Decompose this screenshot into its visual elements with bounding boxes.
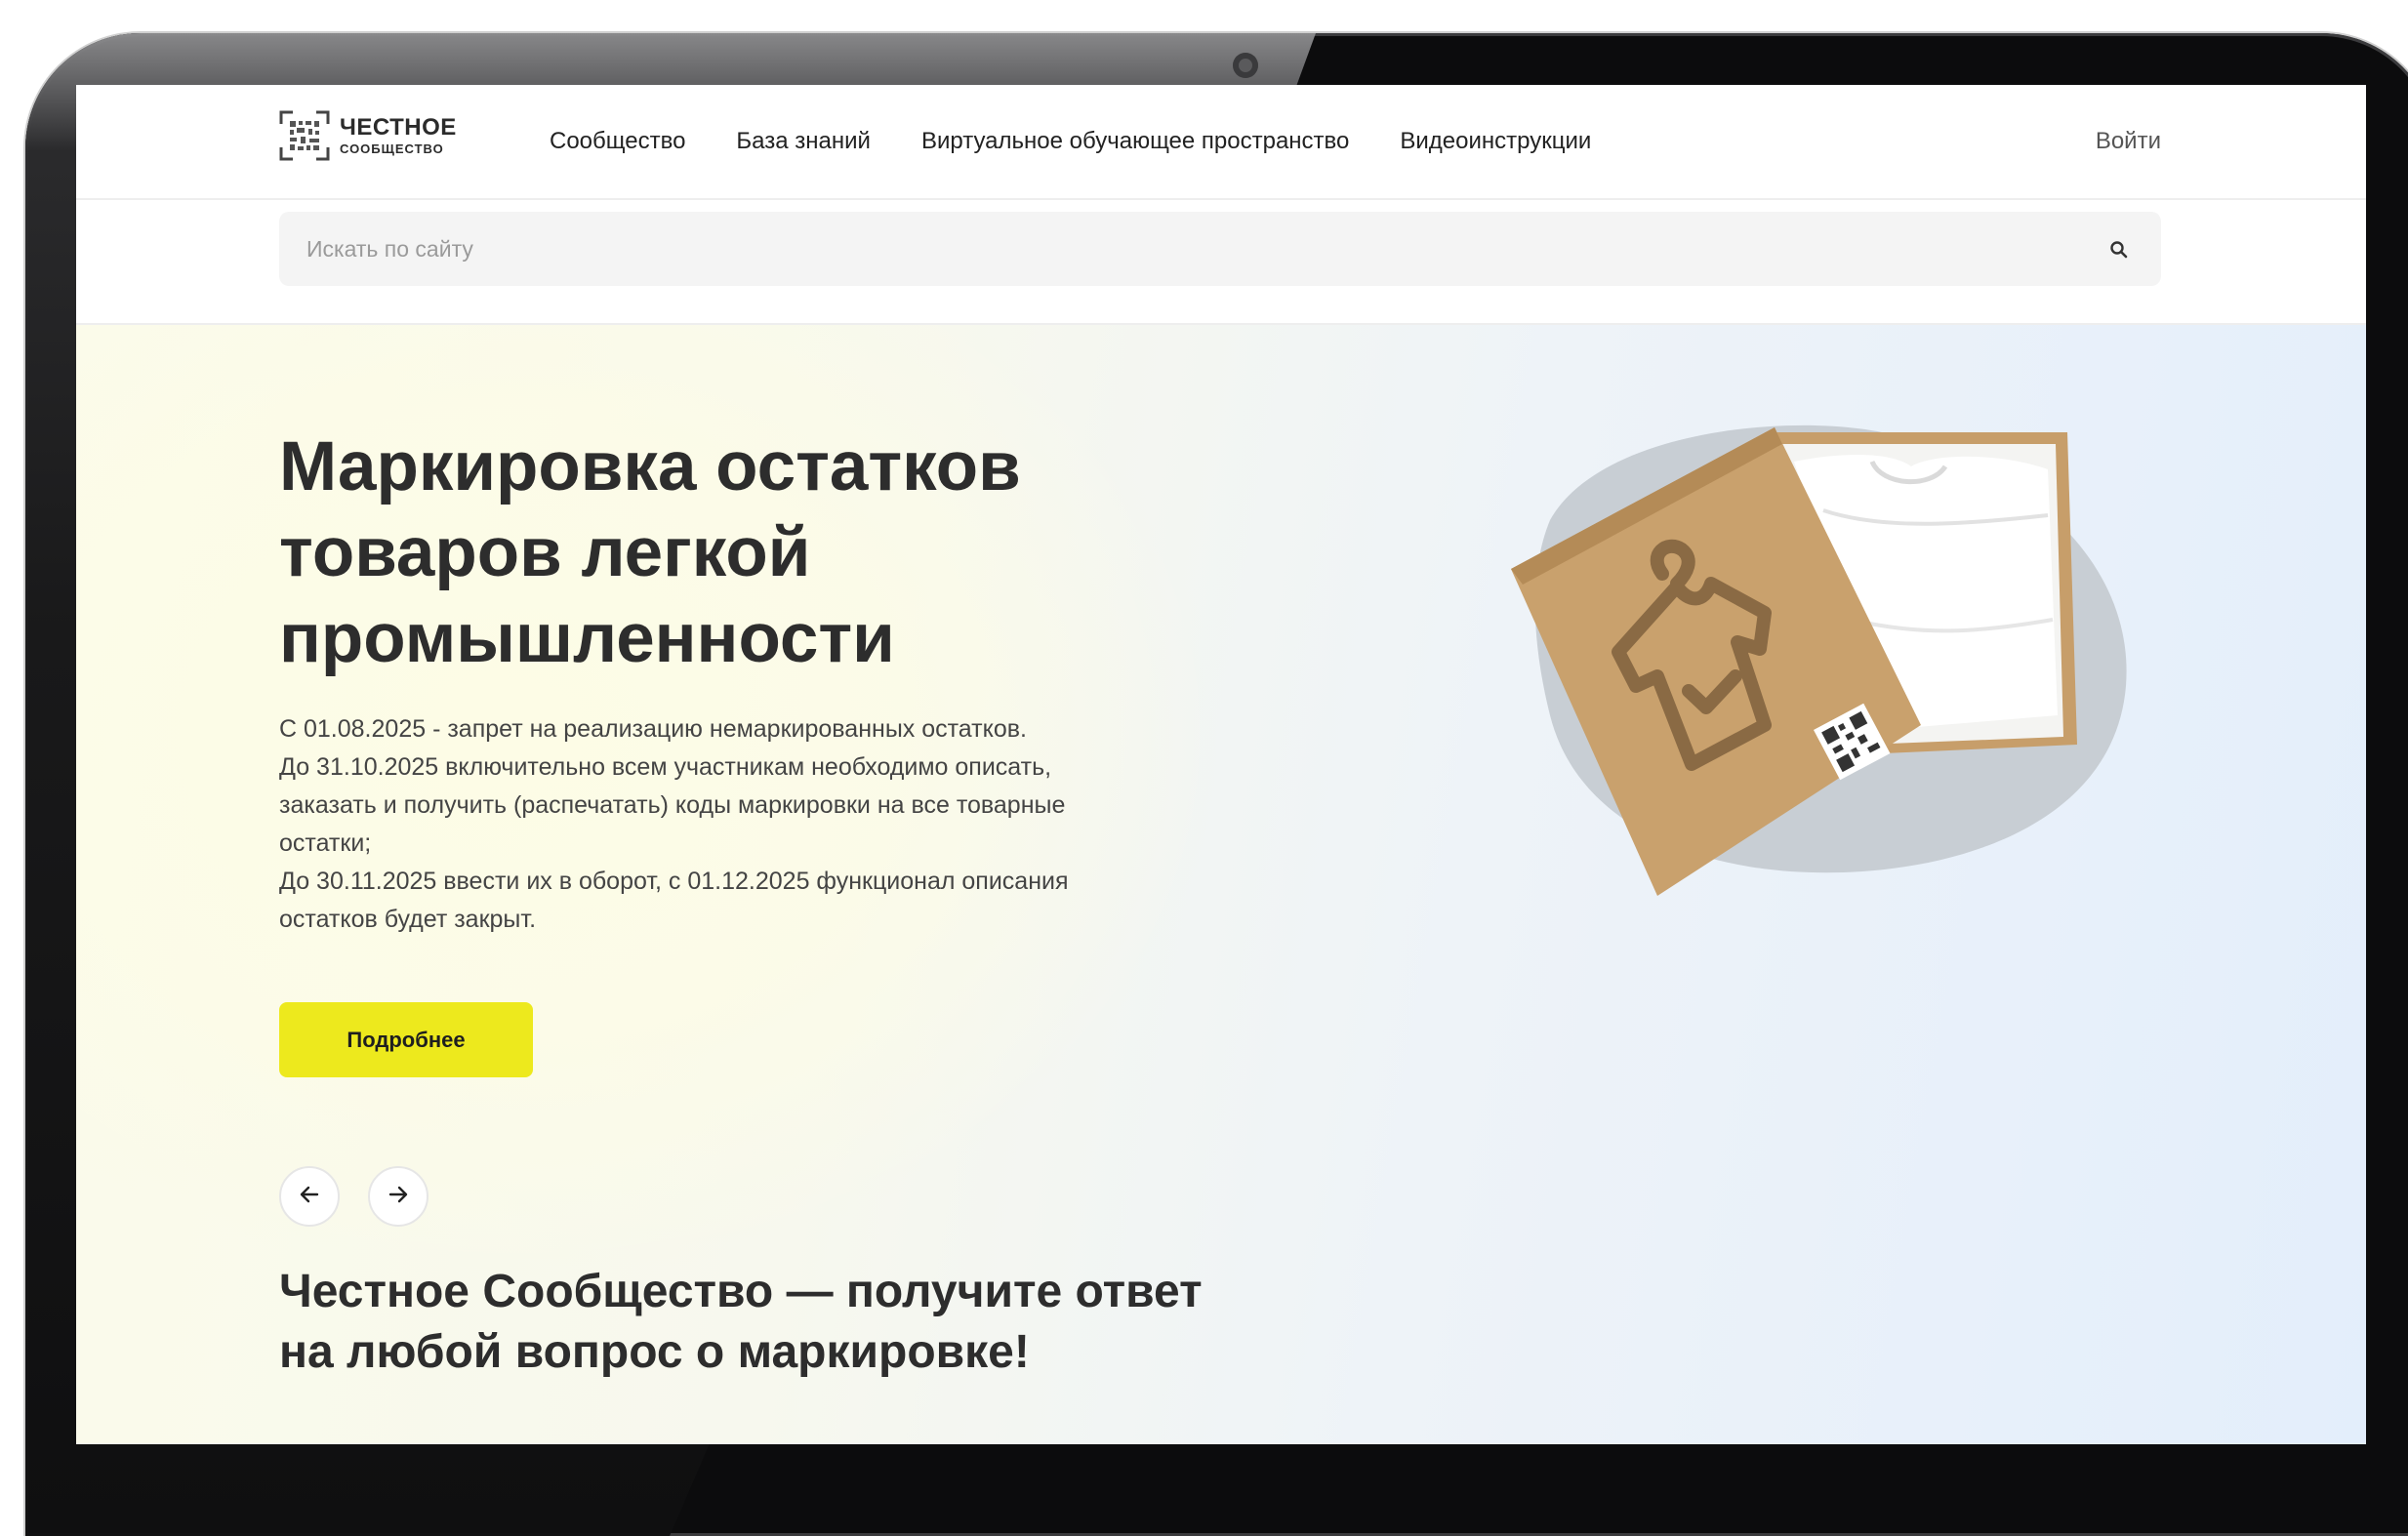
search-bar xyxy=(76,200,2366,325)
search-icon[interactable] xyxy=(2108,239,2130,261)
hero-banner: Маркировка остатков товаров легкой промы… xyxy=(76,325,2366,1444)
main-nav: Сообщество База знаний Виртуальное обуча… xyxy=(550,85,1642,198)
carousel-next-button[interactable] xyxy=(368,1166,429,1227)
browser-screen: ЧЕСТНОЕ СООБЩЕСТВО Сообщество База знани… xyxy=(76,85,2366,1444)
nav-item-virtual-learning[interactable]: Виртуальное обучающее пространство xyxy=(921,128,1349,155)
datamatrix-logo-icon xyxy=(279,110,330,161)
login-link[interactable]: Войти xyxy=(2096,85,2161,198)
hero-title: Маркировка остатков товаров легкой промы… xyxy=(279,428,1021,677)
hero-paragraph: С 01.08.2025 - запрет на реализацию нема… xyxy=(279,715,1027,743)
nav-item-community[interactable]: Сообщество xyxy=(550,128,685,155)
logo-subtitle: СООБЩЕСТВО xyxy=(340,141,444,156)
more-button[interactable]: Подробнее xyxy=(279,1002,533,1077)
arrow-right-icon xyxy=(386,1182,411,1212)
camera-icon xyxy=(1233,53,1258,78)
community-title: Честное Сообщество — получите ответ на л… xyxy=(279,1266,1203,1378)
nav-item-video-instructions[interactable]: Видеоинструкции xyxy=(1400,128,1591,155)
arrow-left-icon xyxy=(297,1182,322,1212)
logo-title: ЧЕСТНОЕ xyxy=(340,114,457,141)
hero-paragraph: До 31.10.2025 включительно всем участник… xyxy=(279,753,1066,857)
site-logo[interactable]: ЧЕСТНОЕ СООБЩЕСТВО xyxy=(279,106,457,165)
site-header: ЧЕСТНОЕ СООБЩЕСТВО Сообщество База знани… xyxy=(76,85,2366,200)
nav-item-knowledge-base[interactable]: База знаний xyxy=(736,128,871,155)
hero-description: С 01.08.2025 - запрет на реализацию нема… xyxy=(279,710,1119,939)
logo-text: ЧЕСТНОЕ СООБЩЕСТВО xyxy=(340,114,457,156)
search-input[interactable] xyxy=(279,212,2161,286)
carousel-prev-button[interactable] xyxy=(279,1166,340,1227)
hero-image xyxy=(1472,393,2155,920)
hero-paragraph: До 30.11.2025 ввести их в оборот, с 01.1… xyxy=(279,868,1069,933)
